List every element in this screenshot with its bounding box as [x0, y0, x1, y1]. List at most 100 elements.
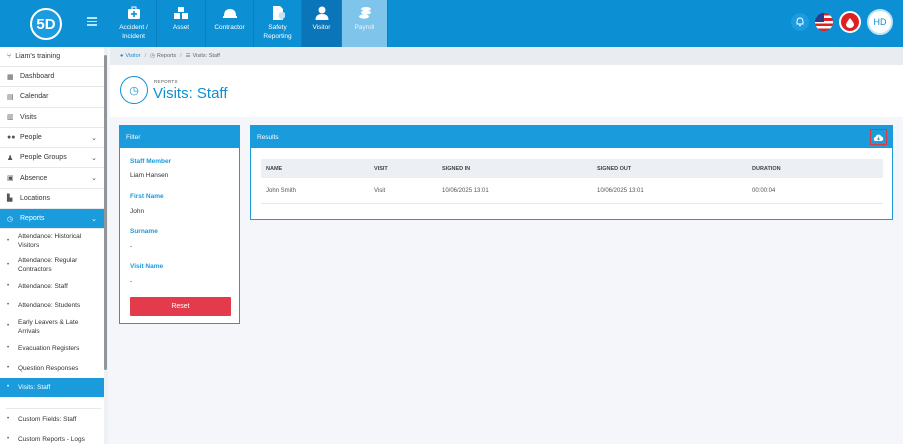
sidebar-item-calendar[interactable]: ▤ Calendar	[0, 87, 107, 108]
nav-item-payroll[interactable]: Payroll	[342, 0, 388, 47]
sidebar-item-dashboard[interactable]: ▦ Dashboard	[0, 67, 107, 88]
sidebar-item-label: Dashboard	[20, 73, 55, 81]
sidebar-item-label: Reports	[20, 215, 45, 223]
sidebar-subitem-attendance-staff[interactable]: • Attendance: Staff	[0, 277, 107, 296]
nav-item-label: Accident / Incident	[119, 24, 148, 40]
filter-label-surname: Surname	[130, 228, 158, 235]
nav-item-label: Payroll	[354, 24, 375, 31]
sidebar-subitem-question-responses[interactable]: • Question Responses	[0, 358, 107, 378]
sidebar-subitem-label: Early Leavers & Late Arrivals	[18, 318, 79, 335]
sidebar-item-label: Calendar	[20, 93, 49, 101]
column-header-duration[interactable]: DURATION	[752, 166, 781, 172]
sidebar-subitem-label: Custom Reports - Logs	[18, 435, 85, 443]
top-navbar: 5D Accident / Incident Asset Contractor …	[0, 0, 903, 47]
sidebar-subitem-label: Attendance: Staff	[18, 283, 68, 291]
filter-label-first-name: First Name	[130, 193, 164, 200]
coins-icon	[358, 7, 371, 19]
absence-icon: ▣	[7, 175, 14, 183]
sidebar-subitem-custom-fields-staff[interactable]: • Custom Fields: Staff	[0, 409, 107, 429]
sidebar-subitem-early-leavers[interactable]: • Early Leavers & Late Arrivals	[0, 315, 107, 338]
us-flag-icon[interactable]	[815, 13, 833, 31]
sidebar-item-people[interactable]: ●● People ⌄	[0, 128, 107, 149]
table-header-row: NAME VISIT SIGNED IN SIGNED OUT DURATION	[261, 159, 883, 178]
sidebar-item-label: Visits	[20, 113, 37, 121]
calendar-check-icon: ▥	[7, 114, 14, 122]
table-row[interactable]: John Smith Visit 10/06/2025 13:01 10/06/…	[261, 178, 883, 204]
filter-value-staff-member[interactable]: Liam Hansen	[130, 172, 168, 179]
sidebar-subitem-visits-staff[interactable]: • Visits: Staff	[0, 378, 107, 398]
cell-signed-out: 10/06/2025 13:01	[597, 187, 644, 194]
filter-value-first-name[interactable]: John	[130, 208, 144, 215]
group-icon: ♟	[7, 154, 14, 162]
results-panel-header: Results	[251, 126, 892, 148]
nav-item-safety-reporting[interactable]: Safety Reporting	[254, 0, 302, 47]
sidebar: ⑂ Liam's training ▦ Dashboard ▤ Calendar ▥…	[0, 47, 108, 444]
sidebar-item-label: People Groups	[20, 154, 67, 162]
column-header-signed-in[interactable]: SIGNED IN	[442, 166, 470, 172]
nav-item-contractor[interactable]: Contractor	[206, 0, 254, 47]
dashboard-icon: ▦	[7, 73, 14, 81]
building-icon: ▙	[7, 195, 13, 203]
emergency-drop-icon[interactable]	[839, 11, 861, 33]
sidebar-subitem-custom-reports-logs[interactable]: • Custom Reports - Logs	[0, 429, 107, 444]
sidebar-subitem-attendance-students[interactable]: • Attendance: Students	[0, 296, 107, 315]
page-header: ◷ REPORTS Visits: Staff	[110, 65, 903, 117]
chevron-down-icon: ⌄	[91, 134, 97, 142]
sidebar-item-locations[interactable]: ▙ Locations	[0, 189, 107, 210]
results-table: NAME VISIT SIGNED IN SIGNED OUT DURATION…	[261, 159, 883, 204]
sidebar-item-label: Absence	[20, 174, 48, 182]
logo-text: 5D	[36, 15, 56, 33]
branch-icon: ⑂	[7, 53, 12, 60]
sidebar-subitem-label: Evacuation Registers	[18, 344, 80, 352]
filter-panel: Filter Staff Member Liam Hansen First Na…	[119, 125, 240, 324]
sidebar-scrollbar-thumb[interactable]	[104, 55, 107, 370]
filter-value-surname[interactable]: -	[130, 243, 132, 250]
chevron-down-icon: ⌄	[91, 154, 97, 162]
sidebar-subitem-label: Attendance: Students	[18, 302, 81, 310]
sidebar-subitem-label: Custom Fields: Staff	[18, 415, 77, 423]
menu-toggle-icon[interactable]	[87, 17, 97, 27]
nav-item-accident-incident[interactable]: Accident / Incident	[111, 0, 157, 47]
column-header-visit[interactable]: VISIT	[374, 166, 388, 172]
sidebar-subitem-evacuation-registers[interactable]: • Evacuation Registers	[0, 338, 107, 358]
column-header-name[interactable]: NAME	[266, 166, 282, 172]
sidebar-subitem-label: Attendance: Regular Contractors	[18, 257, 78, 274]
sidebar-subitem-attendance-regular-contractors[interactable]: • Attendance: Regular Contractors	[0, 253, 107, 277]
notification-bell-icon[interactable]	[791, 13, 809, 31]
sidebar-org-header[interactable]: ⑂ Liam's training	[0, 47, 107, 67]
user-avatar[interactable]: HD	[867, 9, 893, 35]
nav-item-asset[interactable]: Asset	[157, 0, 206, 47]
person-icon: ●	[120, 53, 124, 59]
person-icon	[315, 6, 328, 20]
sidebar-item-reports[interactable]: ◷ Reports ⌄	[0, 209, 107, 230]
hard-hat-icon	[222, 9, 237, 18]
nav-item-visitor[interactable]: Visitor	[302, 0, 342, 47]
people-icon: ●●	[7, 134, 16, 142]
filter-panel-header: Filter	[120, 126, 239, 148]
sidebar-item-label: People	[20, 134, 42, 142]
column-header-signed-out[interactable]: SIGNED OUT	[597, 166, 631, 172]
calendar-icon: ▤	[7, 93, 14, 101]
nav-item-label: Safety Reporting	[263, 24, 292, 40]
breadcrumb-visitor[interactable]: Visitor	[125, 53, 140, 59]
avatar-initials: HD	[873, 17, 887, 27]
chevron-down-icon: ⌄	[91, 175, 97, 183]
sidebar-subitem-attendance-historical-visitors[interactable]: • Attendance: Historical Visitors	[0, 229, 107, 253]
sidebar-item-visits[interactable]: ▥ Visits	[0, 108, 107, 128]
results-title: Results	[257, 133, 279, 141]
sidebar-item-people-groups[interactable]: ♟ People Groups ⌄	[0, 148, 107, 169]
sidebar-item-absence[interactable]: ▣ Absence ⌄	[0, 168, 107, 189]
breadcrumb-current: Visits: Staff	[192, 53, 220, 59]
cloud-download-icon[interactable]	[870, 129, 887, 145]
shield-report-icon	[272, 6, 285, 20]
sidebar-subitem-label: Visits: Staff	[18, 384, 51, 392]
nav-item-label: Visitor	[312, 24, 331, 31]
breadcrumb-reports[interactable]: Reports	[157, 53, 176, 59]
filter-value-visit-name[interactable]: -	[130, 278, 132, 285]
reset-button[interactable]: Reset	[130, 297, 231, 316]
cell-duration: 00:00:04	[752, 187, 776, 194]
sidebar-subitem-label: Attendance: Historical Visitors	[18, 233, 82, 250]
top-right-actions: HD	[791, 9, 893, 35]
filter-label-staff-member: Staff Member	[130, 158, 172, 165]
app-logo[interactable]: 5D	[30, 8, 62, 40]
